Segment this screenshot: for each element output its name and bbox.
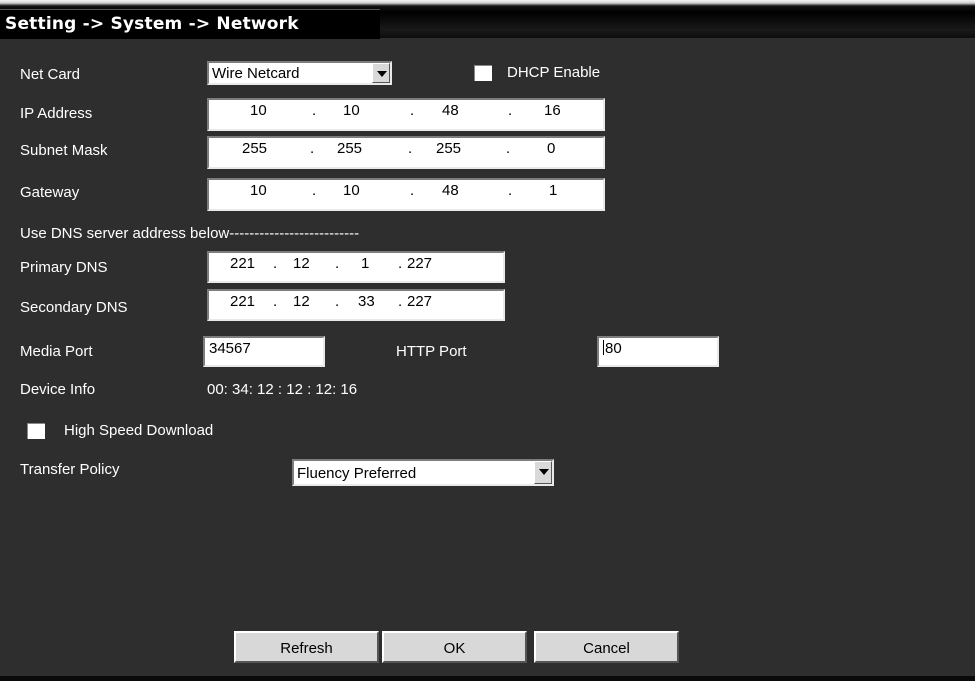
ip-address-field[interactable]: 10 . 10 . 48 . 16 (207, 98, 605, 131)
primary-dns-octet-2[interactable]: 12 (293, 255, 310, 272)
secondary-dns-octet-4[interactable]: 227 (407, 293, 432, 310)
secondary-dns-octet-1[interactable]: 221 (230, 293, 255, 310)
http-port-value: 80 (605, 340, 622, 357)
transfer-policy-select[interactable]: Fluency Preferred (292, 459, 554, 486)
ip-dot: . (508, 182, 513, 199)
bottom-border (0, 676, 975, 681)
secondary-dns-field[interactable]: 221 . 12 . 33 . 227 (207, 289, 505, 321)
dhcp-enable-label: DHCP Enable (507, 64, 601, 81)
ip-dot: . (310, 140, 315, 157)
primary-dns-octet-1[interactable]: 221 (230, 255, 255, 272)
ip-dot: . (508, 102, 513, 119)
secondary-dns-octet-2[interactable]: 12 (293, 293, 310, 310)
ip-dot: . (273, 255, 278, 272)
device-info-value: 00: 34: 12 : 12 : 12: 16 (207, 381, 358, 398)
ip-octet-2[interactable]: 10 (343, 102, 360, 119)
subnet-octet-1[interactable]: 255 (242, 140, 267, 157)
chevron-down-icon[interactable] (372, 63, 390, 83)
ip-octet-1[interactable]: 10 (250, 102, 267, 119)
net-card-label: Net Card (20, 66, 81, 83)
subnet-octet-2[interactable]: 255 (337, 140, 362, 157)
high-speed-download-checkbox[interactable] (27, 423, 45, 439)
ip-dot: . (335, 255, 340, 272)
subnet-octet-4[interactable]: 0 (547, 140, 555, 157)
primary-dns-label: Primary DNS (20, 259, 108, 276)
ip-dot: . (408, 140, 413, 157)
cancel-button[interactable]: Cancel (534, 631, 679, 663)
dns-note: Use DNS server address below------------… (20, 225, 360, 242)
ok-button[interactable]: OK (382, 631, 527, 663)
ip-octet-4[interactable]: 16 (544, 102, 561, 119)
ip-dot: . (273, 293, 278, 310)
primary-dns-octet-3[interactable]: 1 (361, 255, 369, 272)
net-card-select[interactable]: Wire Netcard (207, 61, 392, 85)
primary-dns-field[interactable]: 221 . 12 . 1 . 227 (207, 251, 505, 283)
secondary-dns-label: Secondary DNS (20, 299, 128, 316)
subnet-mask-label: Subnet Mask (20, 142, 108, 159)
high-speed-download-label: High Speed Download (64, 422, 214, 439)
breadcrumb: Setting -> System -> Network (5, 14, 299, 34)
ip-dot: . (335, 293, 340, 310)
subnet-octet-3[interactable]: 255 (436, 140, 461, 157)
chevron-down-icon[interactable] (534, 461, 552, 484)
gateway-octet-4[interactable]: 1 (549, 182, 557, 199)
ip-dot: . (312, 182, 317, 199)
dhcp-enable-checkbox[interactable] (474, 65, 492, 81)
ip-dot: . (410, 182, 415, 199)
transfer-policy-label: Transfer Policy (20, 461, 120, 478)
transfer-policy-value: Fluency Preferred (297, 465, 417, 482)
refresh-button[interactable]: Refresh (234, 631, 379, 663)
primary-dns-octet-4[interactable]: 227 (407, 255, 432, 272)
text-caret (603, 340, 604, 355)
http-port-label: HTTP Port (396, 343, 467, 360)
media-port-input[interactable]: 34567 (203, 336, 325, 367)
ip-dot: . (312, 102, 317, 119)
title-bar: Setting -> System -> Network (0, 0, 975, 39)
device-info-label: Device Info (20, 381, 96, 398)
net-card-value: Wire Netcard (212, 65, 300, 82)
ip-dot: . (398, 255, 403, 272)
ip-dot: . (398, 293, 403, 310)
ip-dot: . (410, 102, 415, 119)
gateway-octet-1[interactable]: 10 (250, 182, 267, 199)
gateway-field[interactable]: 10 . 10 . 48 . 1 (207, 178, 605, 211)
ip-address-label: IP Address (20, 105, 93, 122)
ip-dot: . (506, 140, 511, 157)
subnet-mask-field[interactable]: 255 . 255 . 255 . 0 (207, 136, 605, 169)
gateway-label: Gateway (20, 184, 80, 201)
ip-octet-3[interactable]: 48 (442, 102, 459, 119)
gateway-octet-2[interactable]: 10 (343, 182, 360, 199)
media-port-label: Media Port (20, 343, 93, 360)
http-port-input[interactable]: 80 (597, 336, 719, 367)
gateway-octet-3[interactable]: 48 (442, 182, 459, 199)
secondary-dns-octet-3[interactable]: 33 (358, 293, 375, 310)
